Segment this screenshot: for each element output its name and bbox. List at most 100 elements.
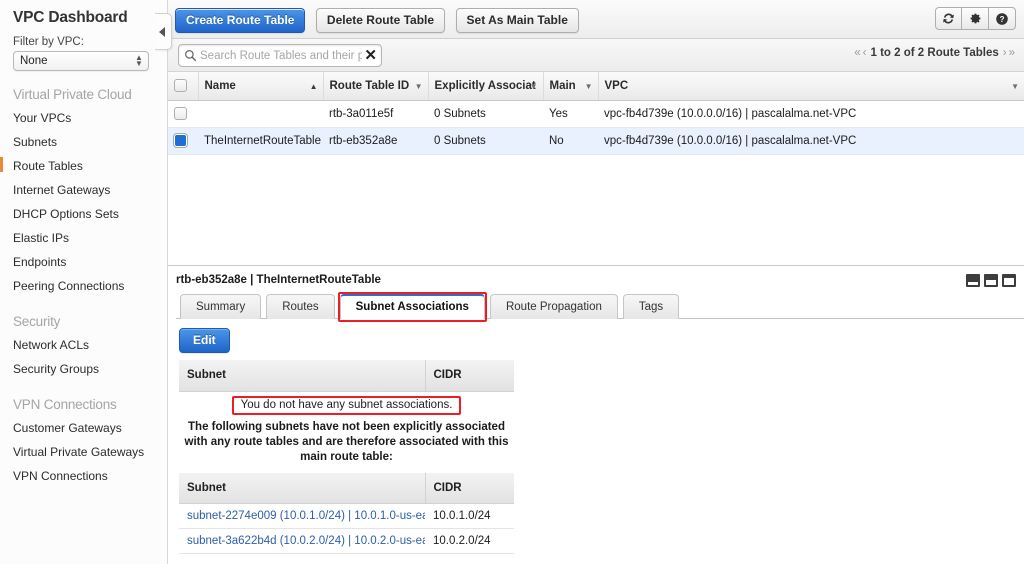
list-item: subnet-2274e009 (10.0.1.0/24) | 10.0.1.0… [179,504,514,529]
chevron-left-icon [159,27,165,37]
vpc-filter-value: None [20,55,48,67]
tab-tags[interactable]: Tags [623,294,679,319]
column-header-route-table-id[interactable]: Route Table ID ▼ [323,72,428,100]
panel-medium-icon[interactable] [984,274,998,287]
sidebar-group-label: Virtual Private Cloud [0,71,167,106]
sidebar-item-label: Internet Gateways [13,183,110,197]
tab-summary[interactable]: Summary [180,294,261,319]
associations-header-row: SubnetCIDR [179,360,514,391]
search-icon [184,49,197,62]
gear-icon[interactable] [962,7,989,30]
help-icon[interactable]: ? [989,7,1016,30]
search-box[interactable]: ✕ [178,44,382,67]
main-content: Create Route Table Delete Route Table Se… [168,0,1024,564]
sort-caret-icon[interactable]: ▼ [585,82,593,91]
sort-caret-icon[interactable]: ▼ [530,82,538,91]
column-header-name[interactable]: Name▲ [198,72,323,100]
sidebar-collapse-button[interactable] [155,13,172,50]
sidebar-item-subnets[interactable]: Subnets [0,130,167,154]
implicit-cidr-cell: 10.0.1.0/24 [425,504,514,529]
delete-route-table-button[interactable]: Delete Route Table [316,8,445,33]
sidebar-item-elastic-ips[interactable]: Elastic IPs [0,226,167,250]
vpc-console-page: VPC Dashboard Filter by VPC: None ▲▼ Vir… [0,0,1024,564]
select-all-header[interactable] [168,72,198,100]
table-row[interactable]: TheInternetRouteTablertb-eb352a8e0 Subne… [168,127,1024,154]
route-tables-list: Name▲Route Table ID▼Explicitly Associat▼… [168,72,1024,155]
pagination-prev-button[interactable]: ‹ [862,47,868,59]
sidebar-item-label: Peering Connections [13,279,124,293]
cell-explicitly-associated: 0 Subnets [428,100,543,127]
sidebar-group-label: Security [0,298,167,333]
set-as-main-table-button[interactable]: Set As Main Table [456,8,579,33]
sidebar-item-endpoints[interactable]: Endpoints [0,250,167,274]
sidebar-item-internet-gateways[interactable]: Internet Gateways [0,178,167,202]
sort-caret-icon[interactable]: ▲ [310,82,318,91]
cell-route-table-id: rtb-eb352a8e [323,127,428,154]
stepper-arrows-icon: ▲▼ [135,55,142,69]
clear-search-icon[interactable]: ✕ [364,46,377,66]
select-all-checkbox[interactable] [174,79,187,92]
table-row[interactable]: rtb-3a011e5f0 SubnetsYesvpc-fb4d739e (10… [168,100,1024,127]
sidebar-item-label: DHCP Options Sets [13,207,119,221]
sort-caret-icon[interactable]: ▼ [1011,82,1019,91]
tab-routes[interactable]: Routes [266,294,334,319]
sidebar: VPC Dashboard Filter by VPC: None ▲▼ Vir… [0,0,168,564]
pagination-last-button[interactable]: » [1008,47,1016,59]
vpc-filter-label: Filter by VPC: [0,27,167,51]
vpc-filter-select[interactable]: None ▲▼ [13,51,149,71]
associations-table: SubnetCIDR [179,360,514,392]
column-header-label: VPC [605,80,629,92]
row-checkbox[interactable] [174,107,187,120]
tab-route-propagation[interactable]: Route Propagation [490,294,618,319]
tab-label: Subnet Associations [356,301,469,313]
row-checkbox-cell[interactable] [168,127,198,154]
sidebar-item-dhcp-options-sets[interactable]: DHCP Options Sets [0,202,167,226]
subnet-link[interactable]: subnet-2274e009 (10.0.1.0/24) | 10.0.1.0… [187,510,425,522]
sidebar-item-your-vpcs[interactable]: Your VPCs [0,106,167,130]
search-row: ✕ «‹1 to 2 of 2 Route Tables›» [168,39,1024,72]
sidebar-item-vpn-connections[interactable]: VPN Connections [0,464,167,488]
sidebar-item-label: Virtual Private Gateways [13,445,144,459]
row-checkbox-cell[interactable] [168,100,198,127]
column-header-vpc[interactable]: VPC ▼ [598,72,1024,100]
panel-large-icon[interactable] [1002,274,1016,287]
refresh-icon[interactable] [935,7,962,30]
column-header-main[interactable]: Main▼ [543,72,598,100]
create-route-table-button[interactable]: Create Route Table [175,8,305,33]
tab-label: Tags [639,301,663,313]
list-item: subnet-3a622b4d (10.0.2.0/24) | 10.0.2.0… [179,529,514,554]
column-header-label: Route Table ID [330,80,410,92]
assoc-column-cidr: CIDR [425,360,514,391]
empty-associations-text: You do not have any subnet associations. [232,396,462,415]
cell-main: Yes [543,100,598,127]
sidebar-item-network-acls[interactable]: Network ACLs [0,333,167,357]
cell-vpc: vpc-fb4d739e (10.0.0.0/16) | pascalalma.… [598,127,1024,154]
sidebar-item-security-groups[interactable]: Security Groups [0,357,167,381]
implicit-header-row: SubnetCIDR [179,473,514,504]
sidebar-item-label: Elastic IPs [13,231,69,245]
sidebar-group-label: VPN Connections [0,381,167,416]
svg-text:?: ? [1000,15,1005,24]
tab-subnet-associations[interactable]: Subnet Associations [340,294,485,319]
pagination-label: 1 to 2 of 2 Route Tables [868,47,1002,59]
edit-button[interactable]: Edit [179,328,230,353]
column-header-explicitly-associat[interactable]: Explicitly Associat▼ [428,72,543,100]
sort-caret-icon[interactable]: ▼ [415,82,423,91]
sidebar-item-peering-connections[interactable]: Peering Connections [0,274,167,298]
detail-panel: rtb-eb352a8e | TheInternetRouteTable Sum… [168,265,1024,564]
tab-label: Summary [196,301,245,313]
detail-header: rtb-eb352a8e | TheInternetRouteTable [168,266,1024,294]
sidebar-item-route-tables[interactable]: Route Tables [0,154,167,178]
row-checkbox[interactable] [174,134,187,147]
tab-label: Route Propagation [506,301,602,313]
implicit-subnet-cell: subnet-2274e009 (10.0.1.0/24) | 10.0.1.0… [179,504,425,529]
column-header-label: Explicitly Associat [435,80,536,92]
sidebar-item-customer-gateways[interactable]: Customer Gateways [0,416,167,440]
subnet-link[interactable]: subnet-3a622b4d (10.0.2.0/24) | 10.0.2.0… [187,535,425,547]
search-input[interactable] [200,45,362,66]
sidebar-item-virtual-private-gateways[interactable]: Virtual Private Gateways [0,440,167,464]
pagination-next-button[interactable]: › [1002,47,1008,59]
implicit-association-explanation: The following subnets have not been expl… [179,418,514,473]
panel-small-icon[interactable] [966,274,980,287]
pagination-first-button[interactable]: « [853,47,861,59]
